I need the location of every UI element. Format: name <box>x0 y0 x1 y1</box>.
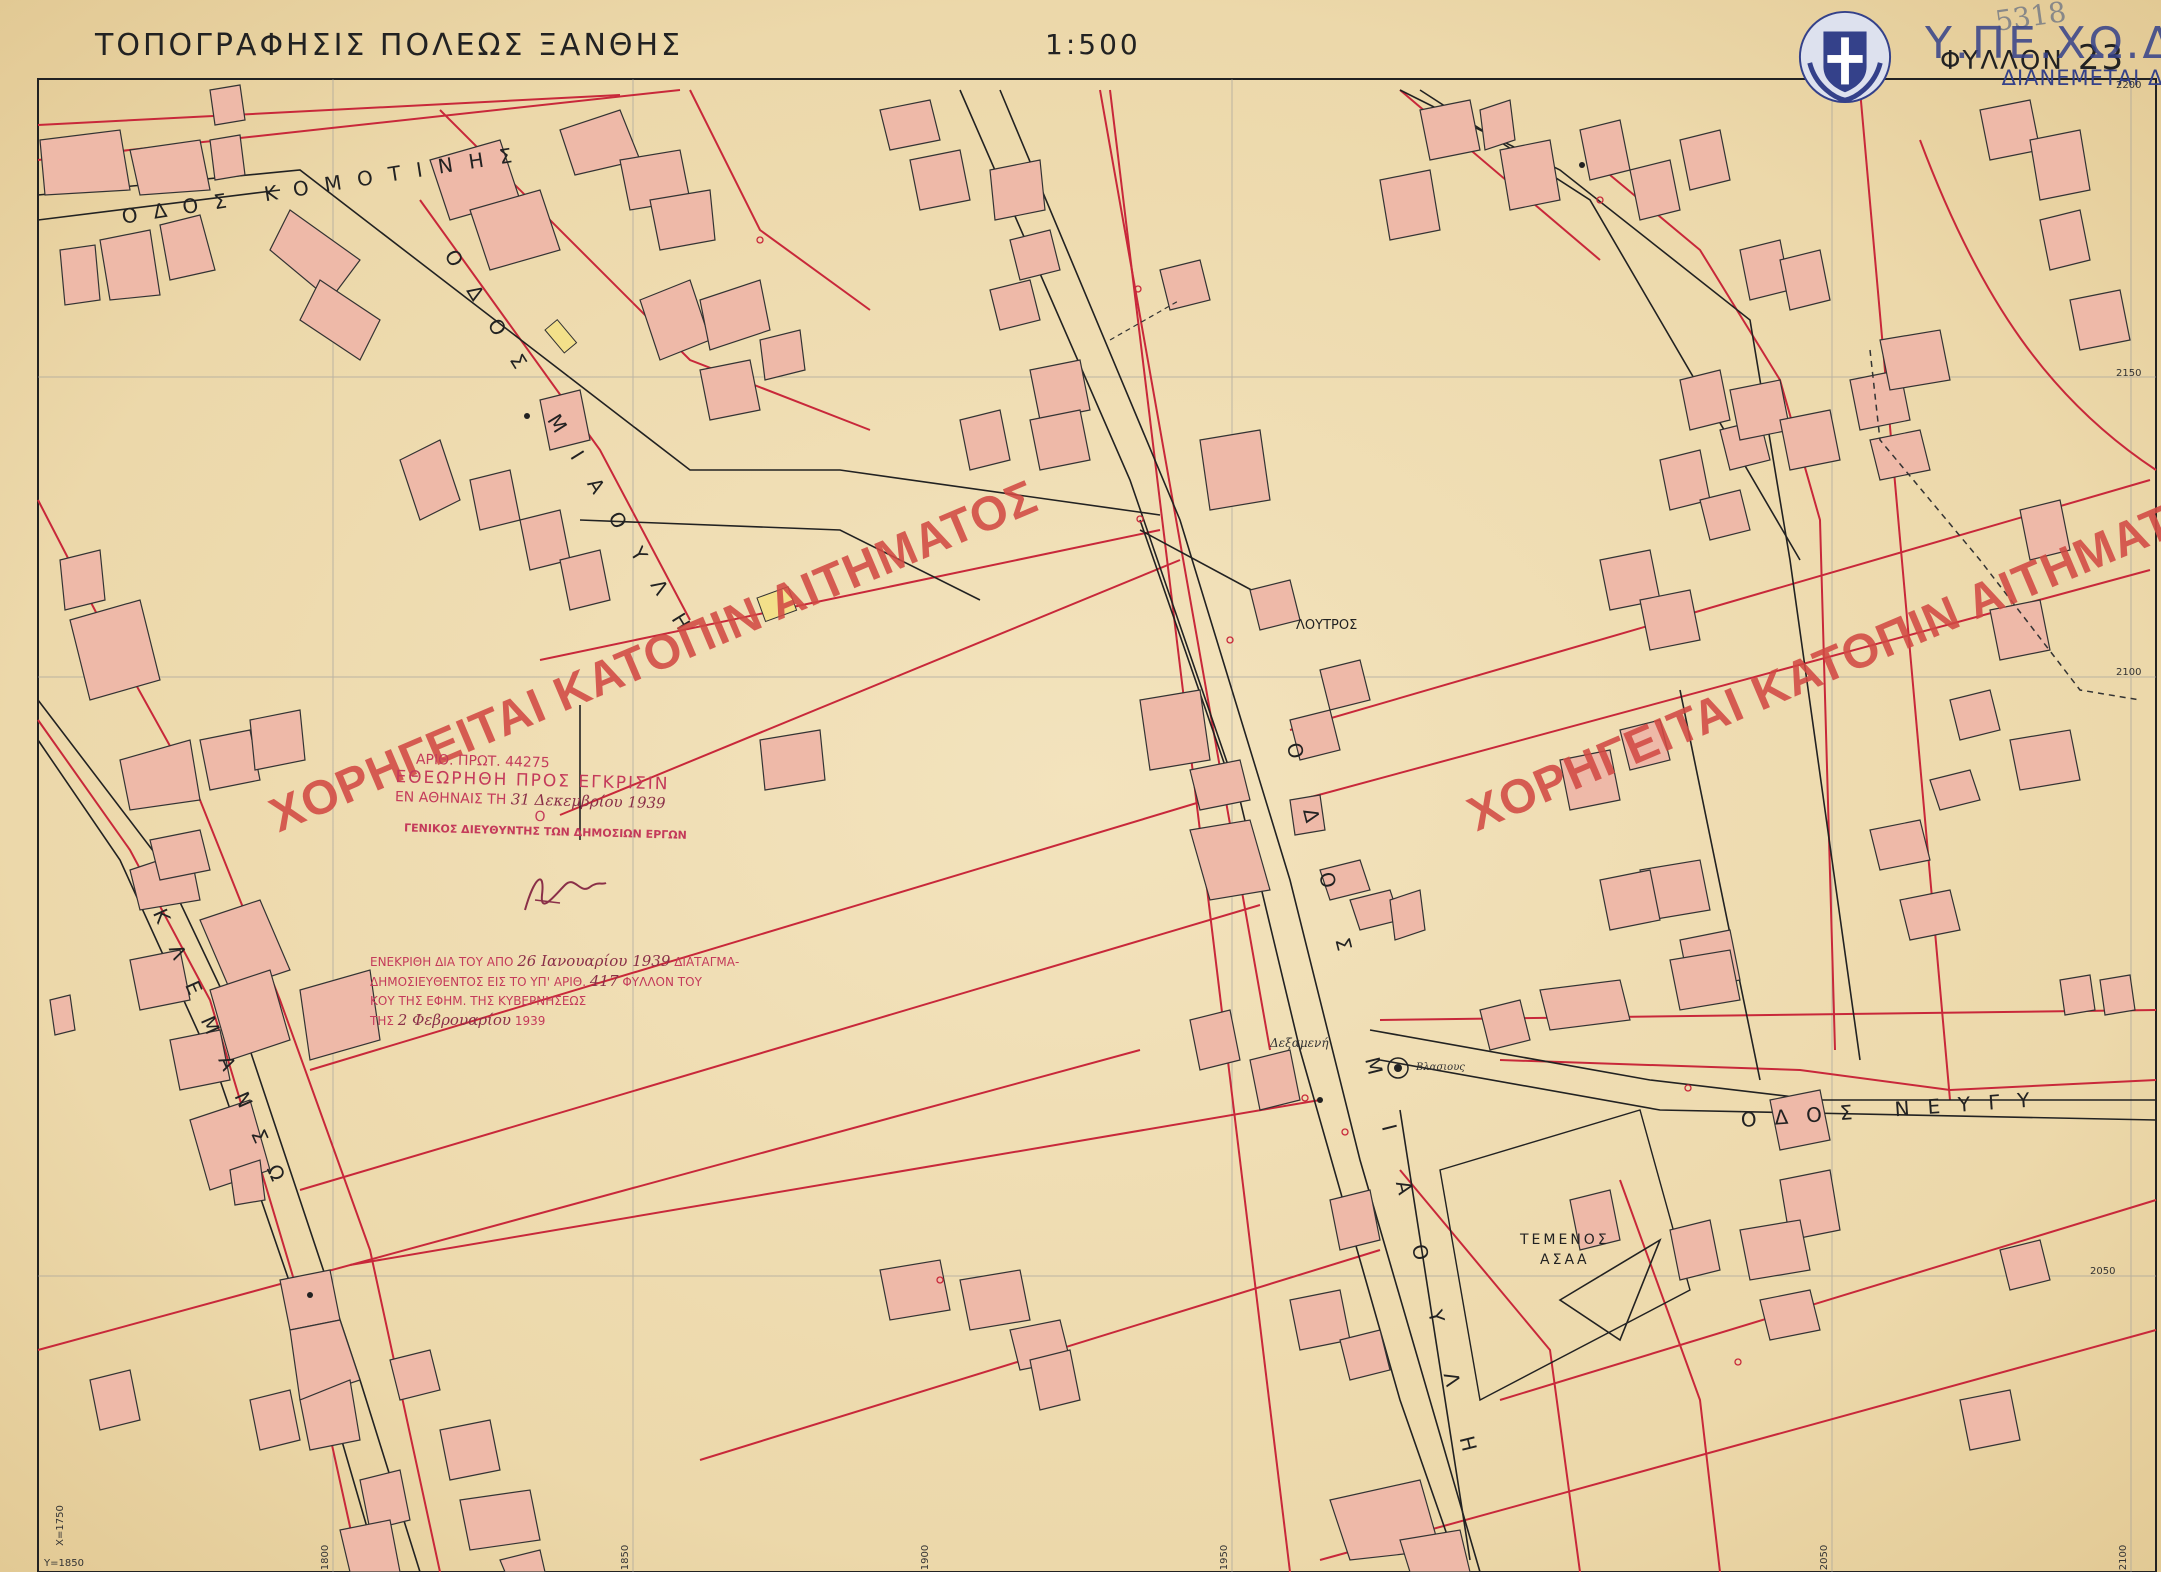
grid-label-x2050: 2050 <box>1819 1544 1831 1571</box>
approval-line2-text: ΔΗΜΟΣΙΕΥΘΕΝΤΟΣ ΕΙΣ ΤΟ ΥΠ' ΑΡΙΘ. <box>370 975 587 989</box>
map-scale: 1:500 <box>1045 28 1141 61</box>
label-temenos: ΤΕΜΕΝΟΣ ΑΣΑΑ <box>1520 1232 1610 1268</box>
grid-label-x1950: 1950 <box>1219 1544 1231 1571</box>
agency-name: Υ.ΠΕ.ΧΩ.Δ.Ε. <box>1925 18 2161 69</box>
approval-line2-end: ΦΥΛΛΟΝ ΤΟΥ <box>622 975 702 989</box>
grid-label-x2100: 2100 <box>2118 1544 2130 1571</box>
map-sheet: ΤΟΠΟΓΡΑΦΗΣΙΣ ΠΟΛΕΩΣ ΞΑΝΘΗΣ 1:500 ΦΥΛΛΟΝ 2… <box>0 0 2161 1572</box>
approval-line1-end: ΔΙΑΤΑΓΜΑ- <box>674 955 740 969</box>
approval-line4-text: ΤΗΣ <box>370 1014 394 1028</box>
label-vrysi: Βλασιους <box>1416 1062 1465 1073</box>
grid-label-y2100: 2100 <box>2116 667 2142 678</box>
approval-stamp: ΑΡΙΘ. ΠΡΩΤ. 44275 ΕΘΕΩΡΗΘΗ ΠΡΟΣ ΕΓΚΡΙΣΙΝ… <box>394 751 689 842</box>
approval-line3: ΚΟΥ ΤΗΣ ΕΦΗΜ. ΤΗΣ ΚΥΒΕΡΝΗΣΕΩΣ <box>370 994 587 1008</box>
map-title: ΤΟΠΟΓΡΑΦΗΣΙΣ ΠΟΛΕΩΣ ΞΑΝΘΗΣ <box>95 28 684 63</box>
grid-label-x1850: 1850 <box>620 1544 632 1571</box>
label-dexameni: Δεξαμενή <box>1270 1036 1329 1050</box>
grid-label-x1900: 1900 <box>920 1544 932 1571</box>
approval-line4-year: 1939 <box>514 1014 546 1028</box>
handwritten-signature <box>524 878 607 911</box>
approval-line2-handwritten: 417 <box>589 972 619 990</box>
label-temenos-line1: ΤΕΜΕΝΟΣ <box>1520 1232 1610 1248</box>
approval-line4: ΤΗΣ 2 Φεβρουαρίου 1939 <box>370 1011 739 1031</box>
grid-label-corner-y: Y=1850 <box>44 1558 84 1569</box>
label-loutros: ΛΟΥΤΡΟΣ <box>1296 618 1358 633</box>
greek-coat-of-arms-icon <box>1798 10 1892 104</box>
approval-decree: ΕΝΕΚΡΙΘΗ ΔΙΑ ΤΟΥ ΑΠΟ 26 Ιανουαρίου 1939 … <box>370 952 739 1031</box>
approval-line2: ΔΗΜΟΣΙΕΥΘΕΝΤΟΣ ΕΙΣ ΤΟ ΥΠ' ΑΡΙΘ. 417 ΦΥΛΛ… <box>370 972 739 992</box>
grid-label-corner-x: X=1750 <box>54 1505 66 1546</box>
label-temenos-line2: ΑΣΑΑ <box>1540 1252 1590 1268</box>
grid-label-x1800: 1800 <box>320 1544 332 1571</box>
approval-line1-text: ΕΝΕΚΡΙΘΗ ΔΙΑ ΤΟΥ ΑΠΟ <box>370 955 514 969</box>
grid-label-y2200: 2200 <box>2116 80 2142 91</box>
stamp-line2-text: ΕΝ ΑΘΗΝΑΙΣ ΤΗ <box>394 789 507 809</box>
grid-label-y2150: 2150 <box>2116 368 2142 379</box>
grid-label-y2050: 2050 <box>2090 1266 2116 1277</box>
approval-line4-handwritten: 2 Φεβρουαρίου <box>397 1011 512 1029</box>
approval-line1: ΕΝΕΚΡΙΘΗ ΔΙΑ ΤΟΥ ΑΠΟ 26 Ιανουαρίου 1939 … <box>370 952 739 972</box>
approval-line1-handwritten: 26 Ιανουαρίου 1939 <box>517 952 671 970</box>
